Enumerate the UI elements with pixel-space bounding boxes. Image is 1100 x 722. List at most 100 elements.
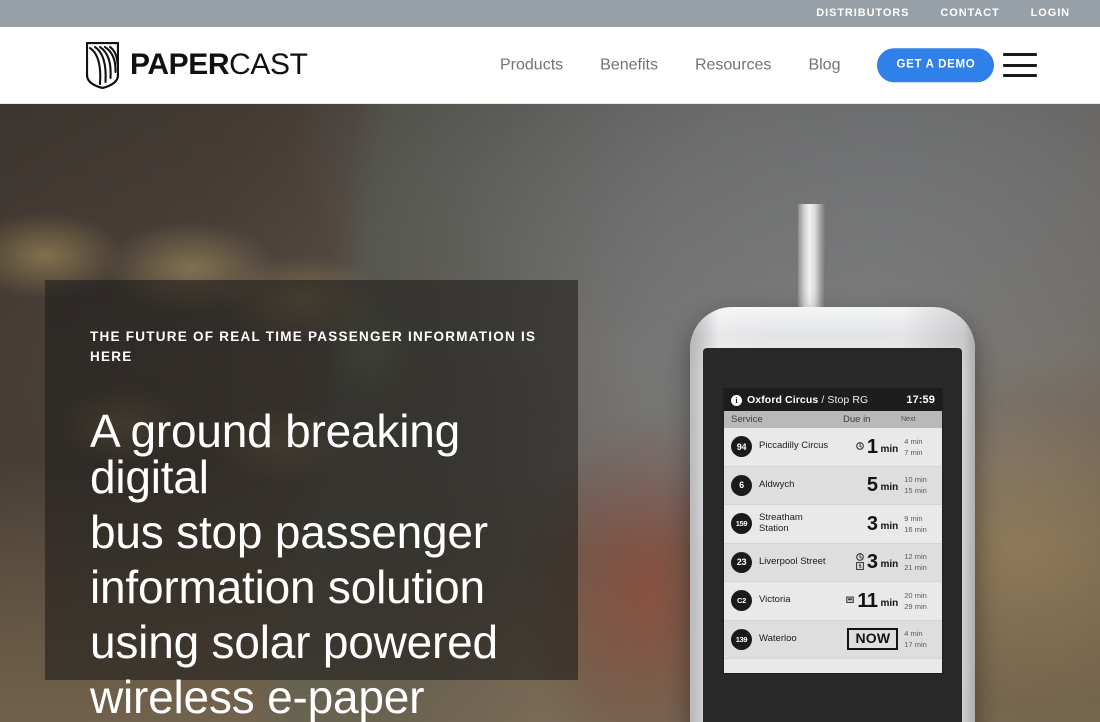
due-unit: min (880, 482, 899, 494)
hamburger-bar (1003, 74, 1037, 77)
next-time: 17 min (904, 640, 927, 650)
due-unit: min (880, 443, 899, 455)
next-time: 7 min (904, 447, 923, 457)
departures-list: 94 Piccadilly Circus 1 min 4 min 7 min 6… (724, 428, 942, 659)
due-in-cell: 3 min (833, 514, 898, 534)
route-badge: 23 (731, 551, 752, 573)
next-time: 4 min (904, 629, 923, 638)
hamburger-bar (1003, 53, 1037, 56)
bus-stop-display-unit: PAPERCAST i Oxford Circus / Stop RG 17:5… (690, 204, 980, 722)
next-departures: 4 min 17 min (904, 628, 935, 651)
papercast-shield-logo-icon (86, 41, 119, 89)
departure-row: 139 Waterloo NOW 4 min 17 min (724, 620, 942, 659)
due-value: 3 (866, 551, 878, 574)
stop-name: Oxford Circus (747, 394, 819, 406)
utility-link-login[interactable]: LOGIN (1031, 8, 1070, 19)
departure-row: C2 Victoria 11 min 20 min 29 min (724, 582, 942, 621)
hero-headline-line: using solar powered (90, 616, 498, 669)
primary-navigation: Products Benefits Resources Blog GET A D… (500, 48, 995, 82)
departure-row: 6 Aldwych 5 min 10 min 15 min (724, 466, 942, 505)
clock-icon (856, 442, 864, 451)
next-time: 20 min (904, 590, 927, 600)
due-in-cell: 1 min (833, 437, 898, 457)
hero-eyebrow: THE FUTURE OF REAL TIME PASSENGER INFORM… (90, 329, 537, 364)
logo-wordmark-bold: PAPER (130, 48, 230, 81)
route-badge: C2 (731, 590, 752, 612)
screen-column-headers: Service Due in Next (724, 411, 942, 428)
status-icons (855, 553, 864, 571)
route-badge: 6 (731, 474, 752, 496)
accessibility-icon (855, 562, 864, 571)
nav-item-products[interactable]: Products (500, 57, 563, 73)
hero-headline: A ground breaking digital bus stop passe… (90, 408, 560, 722)
due-unit: min (880, 597, 899, 609)
nav-item-resources[interactable]: Resources (695, 57, 771, 73)
next-departures: 4 min 7 min (904, 436, 935, 459)
utility-bar: DISTRIBUTORS CONTACT LOGIN (0, 0, 1100, 27)
utility-link-contact[interactable]: CONTACT (940, 8, 999, 19)
due-value: 1 (866, 435, 878, 458)
site-header: PAPERCAST Products Benefits Resources Bl… (0, 27, 1100, 104)
next-time: 29 min (904, 601, 927, 611)
site-logo[interactable]: PAPERCAST (86, 41, 308, 89)
due-unit: min (880, 559, 899, 571)
column-header-next: Next (901, 416, 916, 423)
logo-wordmark-light: CAST (229, 48, 308, 81)
now-badge: NOW (847, 628, 899, 651)
route-destination: Waterloo (759, 632, 797, 644)
due-in-cell: NOW (833, 628, 899, 651)
utility-link-distributors[interactable]: DISTRIBUTORS (816, 8, 909, 19)
logo-wordmark: PAPERCAST (130, 50, 308, 80)
route-destination: Streatham Station (759, 512, 803, 534)
hero-headline-line: information solution (90, 561, 485, 614)
column-header-due: Due in (843, 414, 871, 425)
hero-headline-line: wireless e-paper displays (90, 671, 425, 722)
next-time: 15 min (904, 486, 927, 496)
next-departures: 10 min 15 min (904, 474, 935, 497)
due-in-cell: 3 min (833, 552, 898, 572)
route-badge: 159 (731, 513, 752, 535)
due-in-cell: 11 min (833, 591, 898, 611)
clock-icon (856, 553, 864, 562)
epaper-screen: i Oxford Circus / Stop RG 17:59 Service … (724, 389, 942, 673)
hamburger-menu-icon[interactable] (1003, 53, 1037, 77)
nav-item-blog[interactable]: Blog (808, 57, 840, 73)
route-badge: 94 (731, 436, 752, 458)
route-destination: Aldwych (759, 478, 795, 490)
due-in-cell: 5 min (833, 475, 898, 495)
next-departures: 12 min 21 min (904, 551, 935, 574)
next-time: 12 min (904, 552, 927, 561)
nav-item-benefits[interactable]: Benefits (600, 57, 658, 73)
next-time: 16 min (904, 524, 927, 534)
departure-row: 159 Streatham Station 3 min 9 min 16 min (724, 505, 942, 544)
vehicle-icon (846, 596, 855, 604)
next-time: 9 min (904, 513, 923, 523)
route-destination: Liverpool Street (759, 555, 826, 567)
status-icons (846, 596, 855, 604)
next-time: 21 min (904, 563, 927, 573)
info-icon: i (731, 394, 742, 406)
hero-headline-line: A ground breaking digital (90, 405, 460, 504)
column-header-service: Service (731, 414, 763, 425)
due-value: 3 (866, 512, 878, 535)
stop-code: Stop RG (827, 394, 869, 406)
due-value: 11 (857, 589, 878, 612)
get-a-demo-button[interactable]: GET A DEMO (877, 48, 995, 82)
hero-copy: THE FUTURE OF REAL TIME PASSENGER INFORM… (90, 327, 560, 722)
next-departures: 20 min 29 min (904, 590, 935, 613)
departure-row: 23 Liverpool Street 3 min 12 min 21 min (724, 543, 942, 582)
screen-clock: 17:59 (906, 394, 935, 406)
hero-section: THE FUTURE OF REAL TIME PASSENGER INFORM… (0, 104, 1100, 722)
route-destination: Piccadilly Circus (759, 440, 829, 452)
status-icons (856, 442, 864, 451)
route-badge: 139 (731, 628, 752, 650)
next-time: 10 min (904, 475, 927, 484)
stop-separator: / (821, 394, 825, 406)
hero-headline-line: bus stop passenger (90, 506, 488, 559)
due-unit: min (880, 520, 899, 532)
hamburger-bar (1003, 63, 1037, 67)
screen-title-bar: i Oxford Circus / Stop RG 17:59 (724, 389, 942, 411)
next-time: 4 min (904, 436, 923, 446)
departure-row: 94 Piccadilly Circus 1 min 4 min 7 min (724, 428, 942, 467)
due-value: 5 (866, 474, 878, 497)
